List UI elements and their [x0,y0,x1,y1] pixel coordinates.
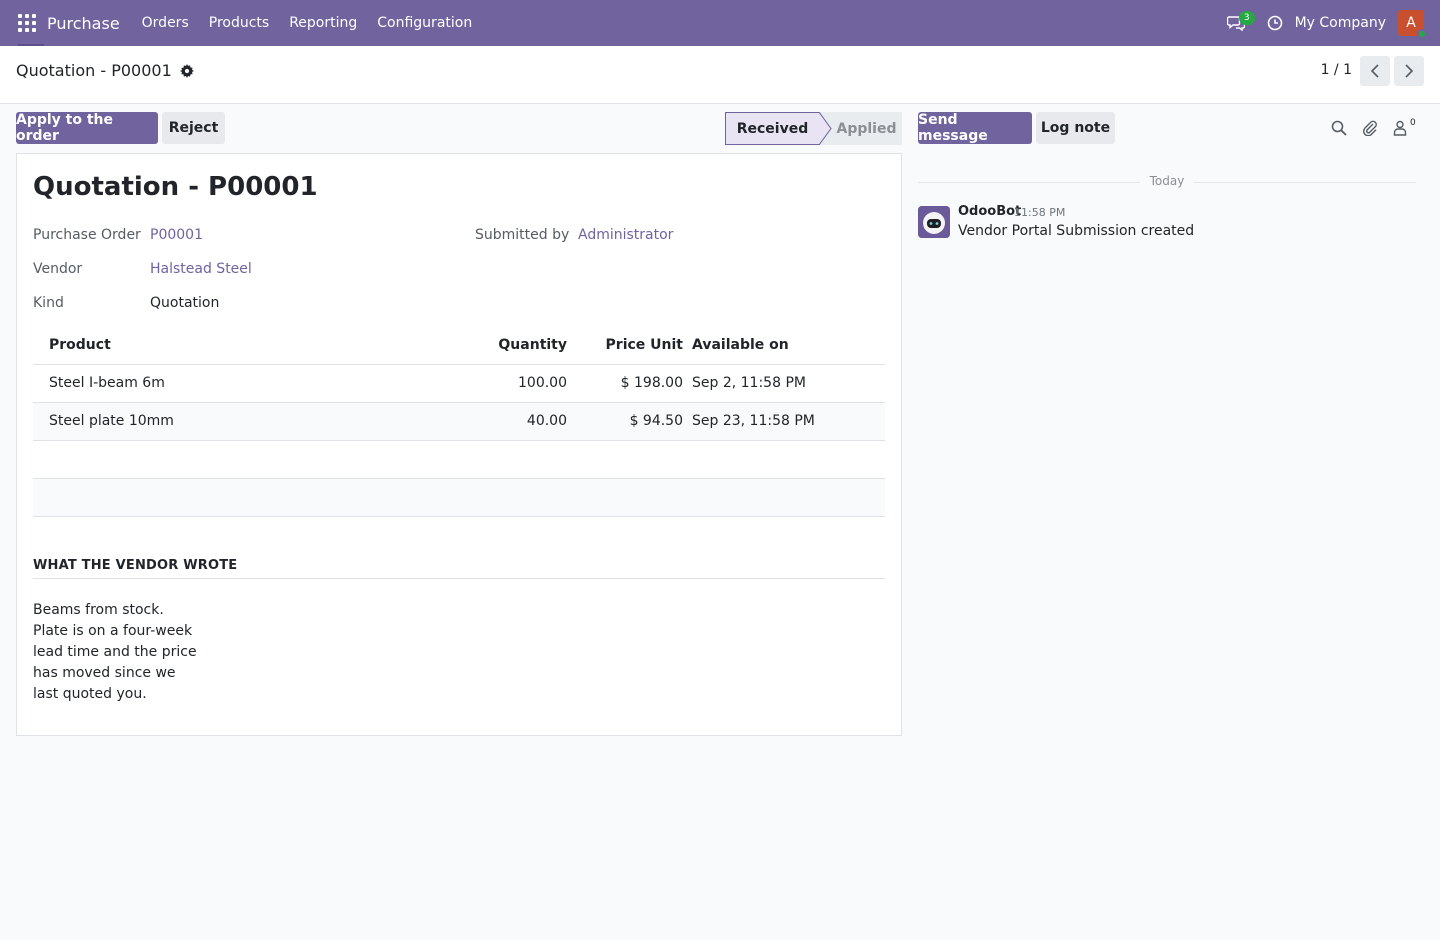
company-switcher[interactable]: My Company [1295,15,1386,31]
menu-orders[interactable]: Orders [132,15,199,31]
pager-previous-button[interactable] [1360,56,1390,86]
pager-next-button[interactable] [1394,56,1424,86]
column-quantity[interactable]: Quantity [409,326,575,365]
table-row[interactable]: Steel I-beam 6m 100.00 $ 198.00 Sep 2, 1… [33,364,885,403]
submitted-by-link[interactable]: Administrator [578,227,673,243]
cell-available-on: Sep 23, 11:58 PM [691,402,885,441]
top-navbar: Purchase Orders Products Reporting Confi… [0,0,1440,46]
followers-button[interactable] [1388,116,1412,140]
status-bar: Applied Received [725,112,902,145]
pager-value[interactable]: 1 / 1 [1321,62,1352,78]
apply-to-order-button[interactable]: Apply to the order [16,112,158,144]
vendor-note-section-title: WHAT THE VENDOR WROTE [33,558,885,579]
send-message-button[interactable]: Send message [918,112,1032,144]
table-header-row: Product Quantity Price Unit Available on [33,326,885,365]
day-separator: Today [918,174,1416,190]
chevron-left-icon [1370,64,1379,78]
table-empty-row [33,478,885,517]
search-messages-button[interactable] [1327,116,1351,140]
cell-product: Steel I-beam 6m [33,364,409,403]
cell-price-unit: $ 198.00 [575,364,691,403]
user-icon [1393,120,1407,136]
robot-icon [918,206,950,238]
messages-count-badge: 3 [1238,11,1255,25]
message-time: 11:58 PM [1014,206,1066,219]
menu-products[interactable]: Products [199,15,279,31]
kind-value: Quotation [150,295,220,311]
vendor-note-text: Beams from stock. Plate is on a four-wee… [33,602,197,702]
control-panel: Quotation - P00001 1 / 1 [0,46,1440,104]
user-avatar[interactable]: A [1398,10,1427,39]
activities-button[interactable] [1263,11,1287,35]
table-empty-row [33,440,885,479]
column-available-on[interactable]: Available on [691,326,885,365]
column-price-unit[interactable]: Price Unit [575,326,691,365]
column-product[interactable]: Product [33,326,409,365]
submitted-by-label: Submitted by [475,227,570,243]
message-body: Vendor Portal Submission created [958,223,1195,239]
record-title: Quotation - P00001 [33,172,318,202]
cell-price-unit: $ 94.50 [575,402,691,441]
vendor-label: Vendor [33,261,83,277]
breadcrumb: Quotation - P00001 [16,61,194,80]
cell-available-on: Sep 2, 11:58 PM [691,364,885,403]
followers-count: 0 [1410,118,1416,128]
app-name[interactable]: Purchase [47,14,120,33]
menu-reporting[interactable]: Reporting [279,15,367,31]
breadcrumb-current: Quotation - P00001 [16,61,172,80]
user-avatar-initial: A [1406,15,1416,31]
message-author[interactable]: OdooBot [958,204,1021,219]
clock-icon [1267,15,1282,31]
table-row[interactable]: Steel plate 10mm 40.00 $ 94.50 Sep 23, 1… [33,402,885,441]
vendor-link[interactable]: Halstead Steel [150,261,252,277]
cell-quantity: 100.00 [409,364,575,403]
form-sheet: Quotation - P00001 Purchase Order P00001… [16,153,902,736]
apps-menu-icon[interactable] [14,10,40,36]
status-arrow-icon [819,112,832,145]
menu-configuration[interactable]: Configuration [367,15,482,31]
online-status-dot [1417,29,1427,39]
day-separator-label: Today [1140,174,1194,188]
attachments-button[interactable] [1358,116,1382,140]
odoobot-avatar[interactable] [918,206,950,238]
search-icon [1331,120,1347,136]
messages-button[interactable]: 3 [1221,8,1255,38]
status-received[interactable]: Received [725,112,819,145]
reject-button[interactable]: Reject [162,112,225,144]
purchase-order-label: Purchase Order [33,227,141,243]
purchase-order-link[interactable]: P00001 [150,227,203,243]
chevron-right-icon [1405,64,1414,78]
paperclip-icon [1362,120,1377,136]
submission-lines-table: Product Quantity Price Unit Available on… [33,326,885,517]
cell-quantity: 40.00 [409,402,575,441]
gear-icon[interactable] [179,63,194,78]
log-note-button[interactable]: Log note [1036,112,1115,144]
cell-product: Steel plate 10mm [33,402,409,441]
kind-label: Kind [33,295,64,311]
